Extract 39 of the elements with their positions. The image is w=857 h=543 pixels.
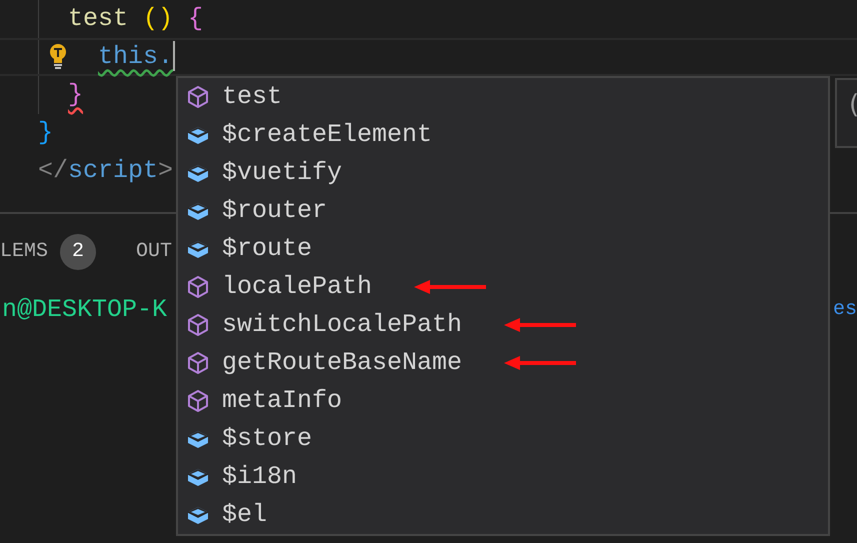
suggestion-item[interactable]: $vuetify — [178, 154, 828, 192]
suggestion-item[interactable]: test — [178, 78, 828, 116]
details-text: ( — [849, 90, 857, 120]
count-badge: 2 — [60, 234, 96, 270]
suggestion-label: $i18n — [222, 461, 298, 494]
suggestion-item[interactable]: $createElement — [178, 116, 828, 154]
code-token: () — [142, 4, 174, 33]
suggestion-item[interactable]: $route — [178, 230, 828, 268]
suggestion-label: metaInfo — [222, 385, 342, 418]
suggestion-label: $router — [222, 195, 328, 228]
suggestion-label: $vuetify — [222, 157, 342, 190]
suggestion-label: $el — [222, 499, 268, 532]
suggestion-item[interactable]: $store — [178, 420, 828, 458]
suggestion-item[interactable]: localePath — [178, 268, 828, 306]
code-token: </ — [38, 156, 68, 185]
suggestion-item[interactable]: switchLocalePath — [178, 306, 828, 344]
code-token: > — [158, 156, 174, 185]
suggestion-label: $route — [222, 233, 312, 266]
code-token: script — [68, 156, 158, 185]
suggestion-label: getRouteBaseName — [222, 347, 462, 380]
suggestion-item[interactable]: metaInfo — [178, 382, 828, 420]
code-token: test — [68, 4, 128, 33]
terminal-text: es — [832, 297, 857, 323]
panel-tab[interactable]: OUT — [136, 237, 172, 267]
code-token: } — [38, 118, 54, 147]
suggestion-item[interactable]: $router — [178, 192, 828, 230]
panel-tab[interactable]: LEMS — [0, 237, 48, 267]
suggestion-item[interactable]: $el — [178, 496, 828, 534]
terminal-prompt: n@DESKTOP-K — [2, 294, 168, 326]
code-token: this. — [98, 42, 174, 71]
suggestion-label: test — [222, 81, 282, 114]
code-token: { — [187, 4, 204, 33]
code-token: } — [68, 80, 84, 109]
suggestion-item[interactable]: $i18n — [178, 458, 828, 496]
suggestion-item[interactable]: getRouteBaseName — [178, 344, 828, 382]
suggestion-label: $store — [222, 423, 312, 456]
suggestion-label: switchLocalePath — [222, 309, 462, 342]
suggestion-label: localePath — [222, 271, 372, 304]
suggestion-label: $createElement — [222, 119, 432, 152]
